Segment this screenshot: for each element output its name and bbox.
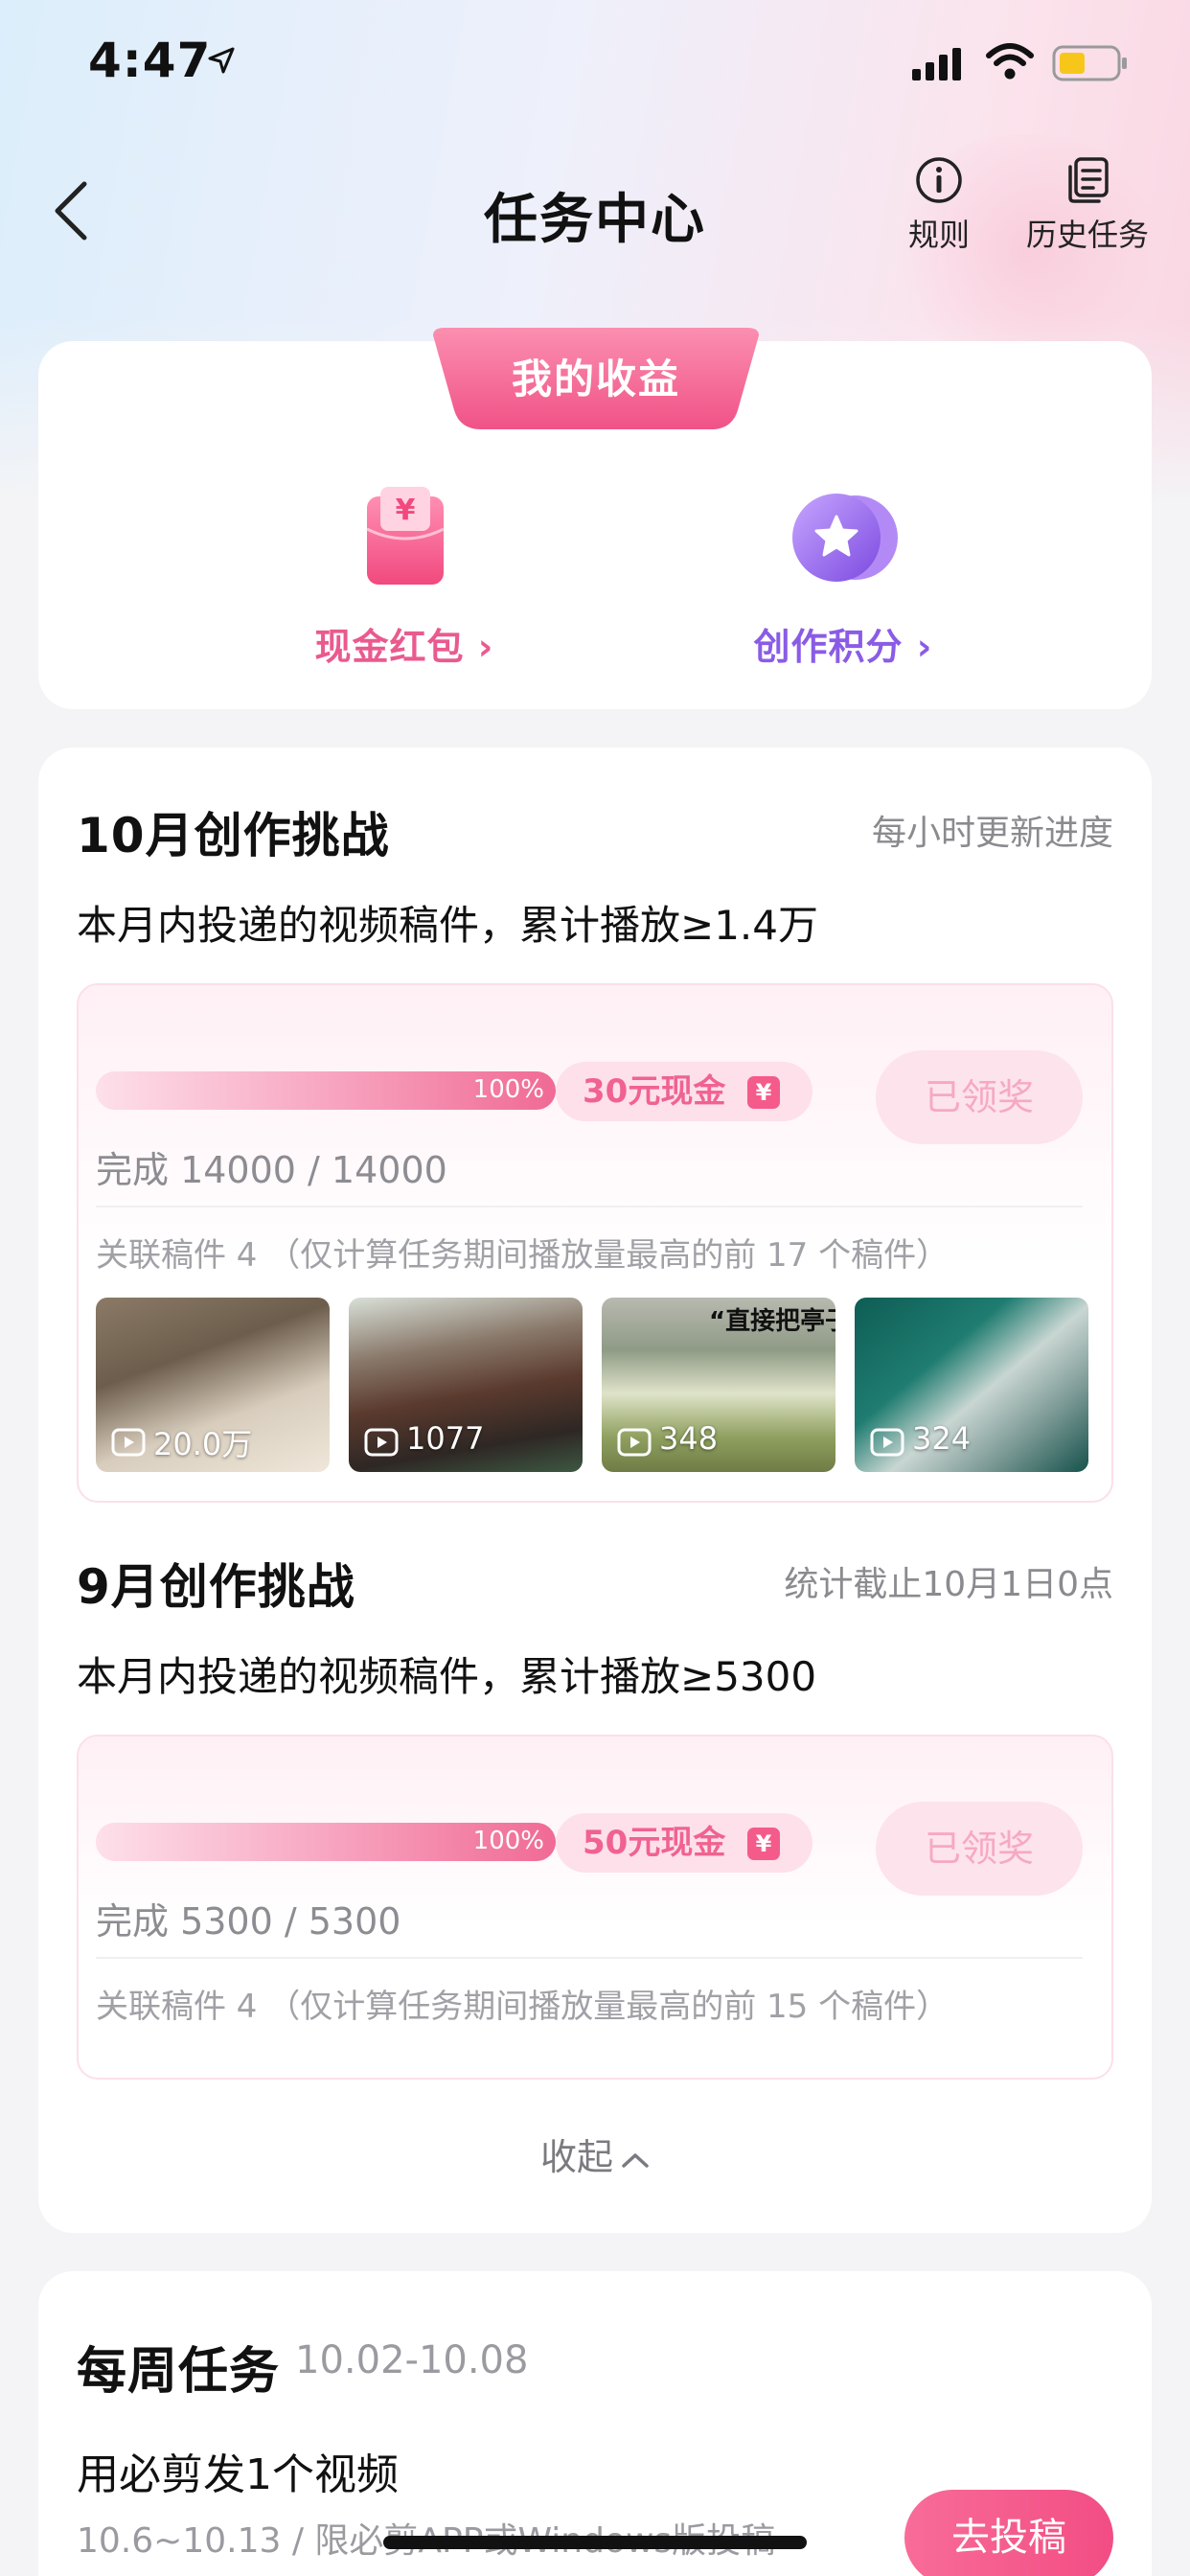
september-progress-panel: 100% 50元现金 ¥ 已领奖 完成 5300 / 5300 关联稿件 4 （…	[77, 1735, 1113, 2080]
cash-red-packet-entry[interactable]: ¥ 现金红包 ›	[261, 485, 548, 670]
video-thumbnail[interactable]: “直接把亭子 348	[602, 1298, 835, 1472]
weekly-tasks-card: 每周任务 10.02-10.08 用必剪发1个视频 10.6~10.13 / 限…	[38, 2271, 1152, 2576]
chevron-up-icon	[622, 2152, 649, 2168]
collapse-label: 收起	[539, 2136, 613, 2178]
submit-video-button[interactable]: 去投稿	[904, 2490, 1113, 2576]
video-view-count: 1077	[406, 1420, 485, 1457]
october-progress-text: 完成 14000 / 14000	[96, 1149, 447, 1191]
october-linked-videos-text: 关联稿件 4 （仅计算任务期间播放量最高的前 17 个稿件）	[96, 1236, 950, 1275]
october-reward-badge: 30元现金 ¥	[556, 1062, 812, 1121]
cash-red-packet-label: 现金红包 ›	[314, 626, 494, 668]
weekly-tasks-title: 每周任务	[77, 2343, 281, 2401]
info-icon	[916, 157, 962, 203]
location-arrow-icon	[208, 47, 235, 74]
linked-video-thumbnails: 20.0万 1077 “直接把亭子 348 324	[96, 1298, 1088, 1472]
document-history-icon	[1068, 157, 1109, 203]
rules-button[interactable]: 规则	[901, 155, 977, 255]
video-view-count: 348	[659, 1420, 719, 1457]
battery-icon	[1052, 45, 1127, 81]
september-progress-fill: 100%	[96, 1823, 556, 1861]
october-progress-percent: 100%	[472, 1075, 544, 1104]
october-progress-bar: 100%	[96, 1071, 556, 1110]
september-reward-label: 50元现金	[583, 1824, 726, 1862]
september-challenge-title: 9月创作挑战	[77, 1559, 355, 1615]
video-view-count: 324	[912, 1420, 972, 1457]
red-packet-icon: ¥	[366, 487, 445, 585]
yuan-icon: ¥	[747, 1828, 780, 1860]
play-icon	[617, 1428, 652, 1457]
page-title: 任务中心	[484, 189, 706, 251]
video-view-count: 20.0万	[153, 1426, 253, 1462]
october-claimed-button[interactable]: 已领奖	[876, 1050, 1083, 1144]
cellular-signal-icon	[912, 48, 961, 80]
september-reward-badge: 50元现金 ¥	[556, 1813, 812, 1873]
navigation-bar: 任务中心 规则 历史任务	[0, 144, 1190, 278]
september-cutoff-note: 统计截止10月1日0点	[784, 1565, 1113, 1604]
play-icon	[364, 1428, 399, 1457]
video-thumbnail[interactable]: 324	[855, 1298, 1088, 1472]
history-label: 历史任务	[1025, 217, 1149, 253]
play-icon	[870, 1428, 904, 1457]
collapse-button[interactable]: 收起	[38, 2128, 1152, 2180]
play-icon	[111, 1428, 146, 1457]
status-time: 4:47	[88, 33, 212, 88]
september-linked-videos-text: 关联稿件 4 （仅计算任务期间播放量最高的前 15 个稿件）	[96, 1988, 950, 2026]
october-update-note: 每小时更新进度	[871, 814, 1113, 853]
september-progress-bar: 100%	[96, 1823, 556, 1861]
yuan-icon: ¥	[747, 1076, 780, 1109]
october-progress-panel: 100% 30元现金 ¥ 已领奖 完成 14000 / 14000 关联稿件 4…	[77, 983, 1113, 1503]
history-tasks-button[interactable]: 历史任务	[1016, 155, 1159, 255]
september-claimed-button[interactable]: 已领奖	[876, 1802, 1083, 1896]
divider	[96, 1206, 1083, 1208]
october-challenge-description: 本月内投递的视频稿件，累计播放≥1.4万	[77, 902, 818, 949]
video-thumbnail[interactable]: 1077	[349, 1298, 583, 1472]
september-progress-percent: 100%	[472, 1827, 544, 1855]
star-points-icon	[792, 494, 898, 582]
wifi-icon	[986, 43, 1034, 80]
september-progress-text: 完成 5300 / 5300	[96, 1900, 401, 1943]
video-thumbnail[interactable]: 20.0万	[96, 1298, 330, 1472]
status-bar: 4:47	[0, 0, 1190, 125]
october-reward-label: 30元现金	[583, 1072, 726, 1111]
video-thumbnail-caption: “直接把亭子	[709, 1307, 835, 1336]
creation-points-entry[interactable]: 创作积分 ›	[699, 485, 987, 670]
rules-label: 规则	[907, 217, 970, 253]
weekly-task-title: 用必剪发1个视频	[77, 2450, 399, 2499]
svg-text:¥: ¥	[396, 494, 416, 527]
home-indicator	[383, 2536, 807, 2549]
monthly-challenges-card: 10月创作挑战 每小时更新进度 本月内投递的视频稿件，累计播放≥1.4万 100…	[38, 748, 1152, 2233]
divider	[96, 1957, 1083, 1959]
earnings-tab-label: 我的收益	[511, 356, 680, 402]
earnings-tab-header: 我的收益	[433, 328, 759, 431]
my-earnings-card: 我的收益 ¥ 现金红包 › 创作积分 ›	[38, 328, 1152, 709]
weekly-date-range: 10.02-10.08	[295, 2338, 529, 2382]
october-progress-fill: 100%	[96, 1071, 556, 1110]
october-challenge-title: 10月创作挑战	[77, 808, 390, 863]
september-challenge-description: 本月内投递的视频稿件，累计播放≥5300	[77, 1653, 817, 1700]
creation-points-label: 创作积分 ›	[753, 626, 933, 668]
